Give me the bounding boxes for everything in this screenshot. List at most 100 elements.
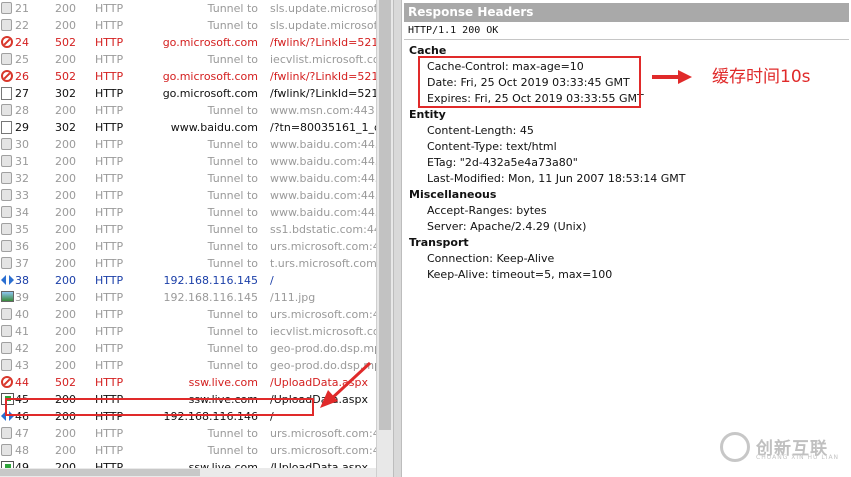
session-number: 30 xyxy=(15,138,29,151)
session-protocol: HTTP xyxy=(95,121,124,134)
session-host: Tunnel to xyxy=(207,19,258,32)
lock-icon xyxy=(1,359,12,371)
session-number: 47 xyxy=(15,427,29,440)
session-number: 28 xyxy=(15,104,29,117)
session-result: 200 xyxy=(55,240,76,253)
header-line[interactable]: Keep-Alive: timeout=5, max=100 xyxy=(427,268,612,281)
session-row[interactable]: 25 200 HTTP Tunnel to iecvlist.microsoft.com… xyxy=(0,51,376,68)
session-host: go.microsoft.com xyxy=(162,87,258,100)
session-row[interactable]: 48 200 HTTP Tunnel to urs.microsoft.com:443 xyxy=(0,442,376,459)
session-url: iecvlist.microsoft.com: xyxy=(270,325,376,338)
session-url: / xyxy=(270,274,274,287)
header-line[interactable]: Last-Modified: Mon, 11 Jun 2007 18:53:14… xyxy=(427,172,686,185)
header-group-miscellaneous[interactable]: Miscellaneous xyxy=(409,188,496,201)
annotation-arrow-icon xyxy=(652,70,692,84)
session-result: 200 xyxy=(55,308,76,321)
header-line[interactable]: Server: Apache/2.4.29 (Unix) xyxy=(427,220,586,233)
session-url: /fwlink/?LinkId=52195 xyxy=(270,87,376,100)
session-url: urs.microsoft.com:443 xyxy=(270,444,376,457)
header-line[interactable]: ETag: "2d-432a5e4a73a80" xyxy=(427,156,578,169)
session-protocol: HTTP xyxy=(95,308,124,321)
watermark-logo-icon xyxy=(720,432,750,462)
session-result: 302 xyxy=(55,87,76,100)
session-number: 32 xyxy=(15,172,29,185)
document-icon xyxy=(1,87,12,100)
header-line[interactable]: Content-Length: 45 xyxy=(427,124,534,137)
session-result: 200 xyxy=(55,104,76,117)
header-line[interactable]: Connection: Keep-Alive xyxy=(427,252,554,265)
session-result: 200 xyxy=(55,325,76,338)
session-protocol: HTTP xyxy=(95,36,124,49)
session-number: 24 xyxy=(15,36,29,49)
watermark: 创新互联 CHUANG XIN HU LIAN xyxy=(720,432,851,464)
session-url: geo-prod.do.dsp.mp.m xyxy=(270,342,376,355)
session-host: Tunnel to xyxy=(207,342,258,355)
horizontal-scrollbar[interactable] xyxy=(0,468,376,477)
session-row[interactable]: 33 200 HTTP Tunnel to www.baidu.com:443 xyxy=(0,187,376,204)
lock-icon xyxy=(1,223,12,235)
session-row[interactable]: 27 302 HTTP go.microsoft.com/fwlink/?LinkId… xyxy=(0,85,376,102)
header-line[interactable]: Content-Type: text/html xyxy=(427,140,557,153)
session-row[interactable]: 24 502 HTTP go.microsoft.com/fwlink/?LinkId… xyxy=(0,34,376,51)
session-url: www.baidu.com:443 xyxy=(270,138,376,151)
session-result: 502 xyxy=(55,36,76,49)
session-row[interactable]: 26 502 HTTP go.microsoft.com/fwlink/?LinkId… xyxy=(0,68,376,85)
session-url: urs.microsoft.com:443 xyxy=(270,427,376,440)
vertical-scrollbar[interactable] xyxy=(376,0,393,477)
session-row[interactable]: 29 302 HTTP www.baidu.com /?tn=80035161_1_dg xyxy=(0,119,376,136)
session-row[interactable]: 37 200 HTTP Tunnel to t.urs.microsoft.com:4 xyxy=(0,255,376,272)
session-result: 502 xyxy=(55,376,76,389)
session-row[interactable]: 28 200 HTTP Tunnel to www.msn.com:443 xyxy=(0,102,376,119)
session-row[interactable]: 39 200 HTTP 192.168.116.145/111.jpg xyxy=(0,289,376,306)
session-row[interactable]: 35 200 HTTP Tunnel to ss1.bdstatic.com:443 xyxy=(0,221,376,238)
session-url: www.baidu.com:443 xyxy=(270,172,376,185)
session-row[interactable]: 38 200 HTTP 192.168.116.145 / xyxy=(0,272,376,289)
session-protocol: HTTP xyxy=(95,19,124,32)
session-row[interactable]: 22 200 HTTP Tunnel to sls.update.microsoft.c xyxy=(0,17,376,34)
session-number: 44 xyxy=(15,376,29,389)
session-row[interactable]: 42 200 HTTP Tunnel to geo-prod.do.dsp.mp.m xyxy=(0,340,376,357)
session-row[interactable]: 31 200 HTTP Tunnel to www.baidu.com:443 xyxy=(0,153,376,170)
session-protocol: HTTP xyxy=(95,70,124,83)
session-host: Tunnel to xyxy=(207,189,258,202)
session-number: 21 xyxy=(15,2,29,15)
session-host: Tunnel to xyxy=(207,2,258,15)
session-row[interactable]: 32 200 HTTP Tunnel to www.baidu.com:443 xyxy=(0,170,376,187)
session-url: /111.jpg xyxy=(270,291,316,304)
session-host: Tunnel to xyxy=(207,53,258,66)
session-result: 200 xyxy=(55,53,76,66)
horizontal-scroll-thumb[interactable] xyxy=(0,469,200,476)
session-url: /?tn=80035161_1_dg xyxy=(270,121,376,134)
blocked-icon xyxy=(1,376,13,388)
session-host: Tunnel to xyxy=(207,427,258,440)
session-protocol: HTTP xyxy=(95,342,124,355)
session-row[interactable]: 21 200 HTTP Tunnel to sls.update.microsoft.c xyxy=(0,0,376,17)
header-group-transport[interactable]: Transport xyxy=(409,236,469,249)
session-result: 200 xyxy=(55,291,76,304)
session-row[interactable]: 34 200 HTTP Tunnel to www.baidu.com:443 xyxy=(0,204,376,221)
session-protocol: HTTP xyxy=(95,376,124,389)
session-protocol: HTTP xyxy=(95,53,124,66)
lock-icon xyxy=(1,155,12,167)
session-host: Tunnel to xyxy=(207,325,258,338)
header-line[interactable]: Accept-Ranges: bytes xyxy=(427,204,547,217)
lock-icon xyxy=(1,2,12,14)
pane-splitter[interactable] xyxy=(393,0,402,477)
session-row[interactable]: 36 200 HTTP Tunnel to urs.microsoft.com:443 xyxy=(0,238,376,255)
session-number: 42 xyxy=(15,342,29,355)
session-row[interactable]: 30 200 HTTP Tunnel to www.baidu.com:443 xyxy=(0,136,376,153)
scroll-thumb[interactable] xyxy=(379,0,391,430)
session-host: Tunnel to xyxy=(207,308,258,321)
lock-icon xyxy=(1,308,12,320)
session-row[interactable]: 41 200 HTTP Tunnel to iecvlist.microsoft.com… xyxy=(0,323,376,340)
session-row[interactable]: 40 200 HTTP Tunnel to urs.microsoft.com:443 xyxy=(0,306,376,323)
lock-icon xyxy=(1,172,12,184)
session-host: go.microsoft.com xyxy=(162,70,258,83)
session-protocol: HTTP xyxy=(95,206,124,219)
lock-icon xyxy=(1,104,12,116)
session-host: Tunnel to xyxy=(207,257,258,270)
session-result: 200 xyxy=(55,172,76,185)
header-group-entity[interactable]: Entity xyxy=(409,108,446,121)
lock-icon xyxy=(1,240,12,252)
session-row[interactable]: 47 200 HTTP Tunnel to urs.microsoft.com:443 xyxy=(0,425,376,442)
